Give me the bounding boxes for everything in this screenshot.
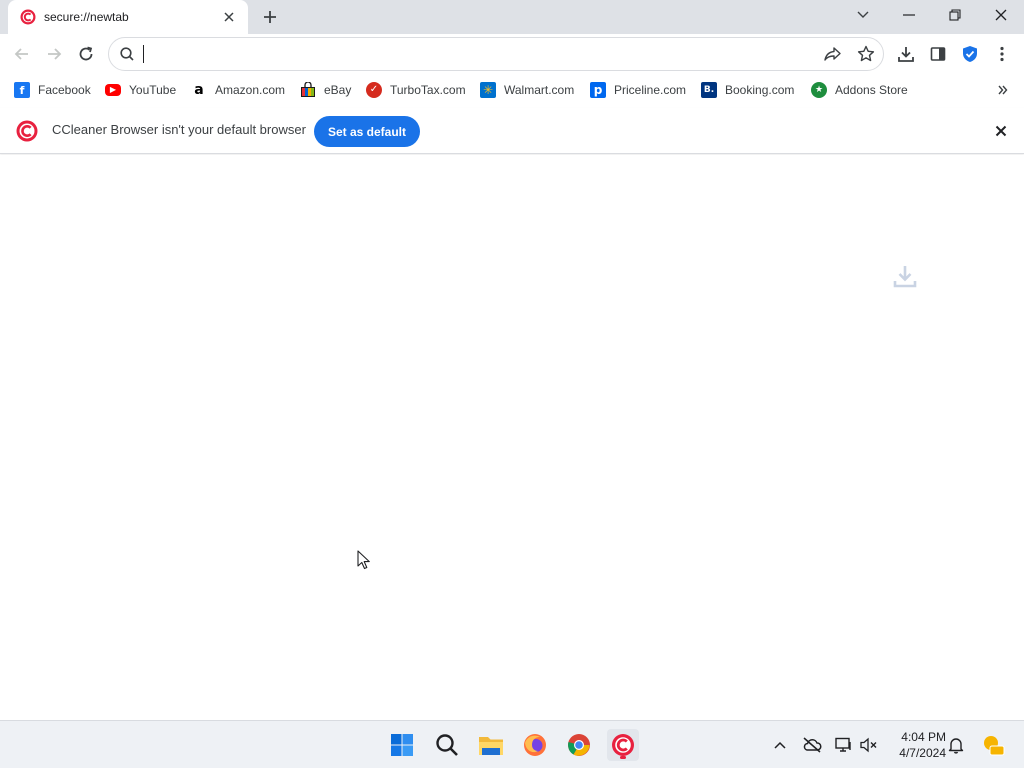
tab-close-icon[interactable] [220, 8, 238, 26]
bookmark-facebook[interactable]: f Facebook [14, 81, 91, 99]
ccleaner-logo-icon [20, 9, 36, 25]
search-icon[interactable] [431, 729, 463, 761]
floating-download-icon[interactable] [874, 256, 936, 296]
chrome-icon[interactable] [563, 729, 595, 761]
security-extension-button[interactable] [955, 39, 985, 69]
bookmark-walmart[interactable]: ✳ Walmart.com [480, 81, 574, 99]
back-arrow-icon [14, 48, 28, 60]
infobar-message: CCleaner Browser isn't your default brow… [52, 122, 306, 137]
back-button[interactable] [7, 39, 37, 69]
toolbar [0, 34, 1024, 74]
side-panel-button[interactable] [923, 39, 953, 69]
start-icon[interactable] [386, 729, 418, 761]
bookmarks-overflow-icon[interactable] [994, 81, 1012, 99]
walmart-icon: ✳ [480, 82, 496, 98]
clock-date: 4/7/2024 [899, 746, 946, 760]
default-browser-infobar: CCleaner Browser isn't your default brow… [0, 108, 1024, 154]
file-explorer-icon[interactable] [475, 729, 507, 761]
clock-time: 4:04 PM [901, 730, 946, 744]
bookmark-amazon[interactable]: a Amazon.com [191, 81, 285, 99]
reload-button[interactable] [71, 39, 101, 69]
firefox-icon[interactable] [519, 729, 551, 761]
menu-button[interactable] [987, 39, 1017, 69]
active-app-indicator [620, 756, 626, 759]
bookmark-label: Addons Store [835, 83, 908, 97]
reload-icon [79, 46, 93, 61]
bookmark-star-icon[interactable] [854, 42, 878, 66]
mouse-cursor-icon [357, 550, 370, 570]
bookmark-label: Priceline.com [614, 83, 687, 97]
bookmark-label: Walmart.com [504, 83, 575, 97]
bookmark-ebay[interactable]: eBay [300, 81, 351, 99]
address-bar[interactable] [108, 37, 884, 71]
onedrive-offline-icon[interactable] [800, 733, 824, 757]
minimize-icon[interactable] [886, 0, 932, 30]
new-tab-button[interactable] [258, 6, 282, 28]
infobar-close-icon[interactable] [992, 122, 1010, 140]
bookmark-label: TurboTax.com [390, 83, 466, 97]
ebay-icon [300, 82, 316, 98]
booking-icon: B. [701, 82, 717, 98]
forward-arrow-icon [48, 48, 62, 60]
display-network-icon[interactable] [832, 733, 856, 757]
windows-taskbar: 4:04 PM 4/7/2024 [0, 720, 1024, 768]
text-caret [143, 45, 144, 63]
addons-store-icon: ★ [811, 82, 827, 98]
system-clock[interactable]: 4:04 PM 4/7/2024 [884, 729, 946, 761]
notifications-bell-icon[interactable] [944, 733, 968, 757]
bookmark-turbotax[interactable]: ✓ TurboTax.com [366, 81, 466, 99]
shield-check-icon [963, 46, 977, 62]
weather-widget-icon[interactable] [980, 733, 1006, 757]
tab-title: secure://newtab [44, 10, 129, 24]
bookmarks-bar: f Facebook ▶ YouTube a Amazon.com eBay ✓… [0, 74, 1024, 106]
turbotax-icon: ✓ [366, 82, 382, 98]
title-bar: secure://newtab [0, 0, 1024, 34]
bookmark-addons-store[interactable]: ★ Addons Store [811, 81, 908, 99]
share-icon[interactable] [821, 42, 845, 66]
close-window-icon[interactable] [978, 0, 1024, 30]
ccleaner-logo-icon [16, 120, 38, 142]
bookmark-label: Booking.com [725, 83, 795, 97]
address-input[interactable] [143, 43, 813, 65]
new-tab-page [0, 155, 1024, 720]
tab-search-chevron-icon[interactable] [840, 0, 886, 30]
download-icon [898, 47, 914, 62]
bookmark-priceline[interactable]: p Priceline.com [590, 81, 686, 99]
bookmark-label: YouTube [129, 83, 177, 97]
kebab-menu-icon [1000, 46, 1004, 62]
facebook-icon: f [14, 82, 30, 98]
tab-newtab[interactable]: secure://newtab [8, 0, 248, 34]
side-panel-icon [930, 47, 946, 61]
bookmark-booking[interactable]: B. Booking.com [701, 81, 794, 99]
bookmark-label: Amazon.com [215, 83, 286, 97]
forward-button[interactable] [39, 39, 69, 69]
volume-muted-icon[interactable] [857, 733, 881, 757]
bookmark-label: eBay [324, 83, 352, 97]
youtube-icon: ▶ [105, 84, 121, 96]
search-icon [120, 47, 134, 61]
priceline-icon: p [590, 82, 606, 98]
set-as-default-button[interactable]: Set as default [314, 116, 420, 147]
restore-icon[interactable] [932, 0, 978, 30]
amazon-icon: a [191, 82, 207, 98]
bookmark-youtube[interactable]: ▶ YouTube [105, 81, 176, 99]
bookmark-label: Facebook [38, 83, 91, 97]
show-hidden-icons-chevron-icon[interactable] [768, 733, 792, 757]
ccleaner-browser-icon[interactable] [607, 729, 639, 761]
downloads-button[interactable] [891, 39, 921, 69]
